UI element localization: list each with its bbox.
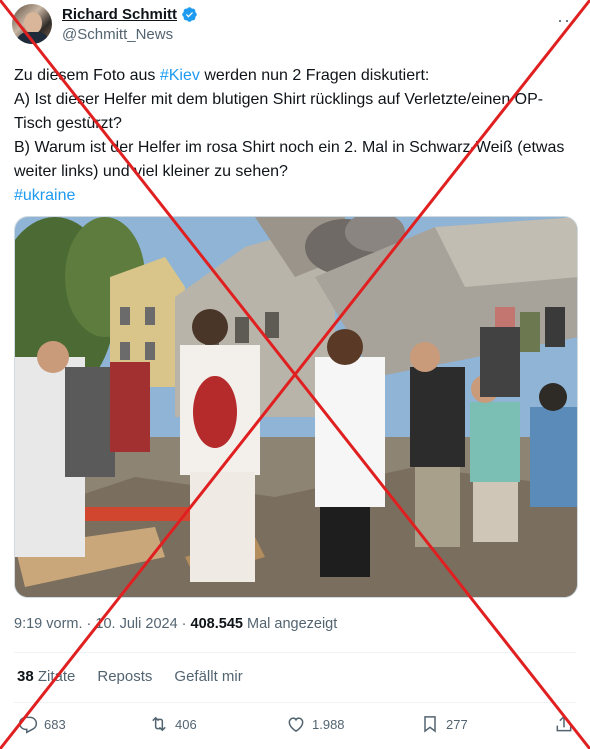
more-options-icon[interactable]: ··· (557, 10, 578, 31)
like-count: 1.988 (312, 716, 345, 732)
tweet-header: Richard Schmitt @Schmitt_News ··· (12, 2, 578, 46)
author-name-row: Richard Schmitt (62, 6, 198, 23)
tweet-time[interactable]: 9:19 vorm. (14, 616, 83, 632)
tweet-meta: 9:19 vorm. · 10. Juli 2024 · 408.545 Mal… (14, 616, 338, 632)
share-button[interactable] (554, 714, 574, 734)
bookmark-icon (424, 716, 436, 733)
views-count: 408.545 (190, 616, 243, 632)
reposts-link[interactable]: Reposts (97, 668, 152, 685)
engagement-row: 38 Zitate Reposts Gefällt mir (17, 668, 243, 685)
quotes-link[interactable]: 38 Zitate (17, 668, 75, 685)
likes-link[interactable]: Gefällt mir (174, 668, 242, 685)
reply-icon (18, 716, 38, 734)
bookmark-button[interactable]: 277 (420, 714, 468, 734)
bookmark-count: 277 (446, 716, 468, 732)
heart-icon (288, 717, 304, 732)
tweet-photo[interactable] (14, 216, 578, 598)
action-bar: 683 406 1.988 277 (14, 714, 578, 742)
retweet-icon (152, 716, 166, 732)
hashtag-ukraine-link[interactable]: #ukraine (14, 187, 75, 204)
retweet-button[interactable]: 406 (149, 714, 197, 734)
reply-button[interactable]: 683 (18, 714, 66, 734)
tweet-question-a: A) Ist dieser Helfer mit dem blutigen Sh… (14, 91, 544, 132)
author-name[interactable]: Richard Schmitt (62, 6, 177, 23)
reply-count: 683 (44, 716, 66, 732)
divider (14, 702, 576, 703)
retweet-count: 406 (175, 716, 197, 732)
divider (14, 652, 576, 653)
like-button[interactable]: 1.988 (286, 714, 345, 734)
verified-badge-icon (182, 7, 197, 22)
avatar[interactable] (12, 4, 52, 44)
author-handle[interactable]: @Schmitt_News (62, 26, 173, 43)
photo-illustration (15, 217, 577, 597)
tweet-line-intro: Zu diesem Foto aus #Kiev werden nun 2 Fr… (14, 67, 430, 84)
tweet-date[interactable]: 10. Juli 2024 (95, 616, 177, 632)
views-label: Mal angezeigt (247, 616, 338, 632)
tweet-question-b: B) Warum ist der Helfer im rosa Shirt no… (14, 139, 565, 180)
share-icon (556, 715, 572, 732)
tweet-text: Zu diesem Foto aus #Kiev werden nun 2 Fr… (14, 64, 574, 208)
hashtag-kiev-link[interactable]: #Kiev (160, 67, 200, 84)
